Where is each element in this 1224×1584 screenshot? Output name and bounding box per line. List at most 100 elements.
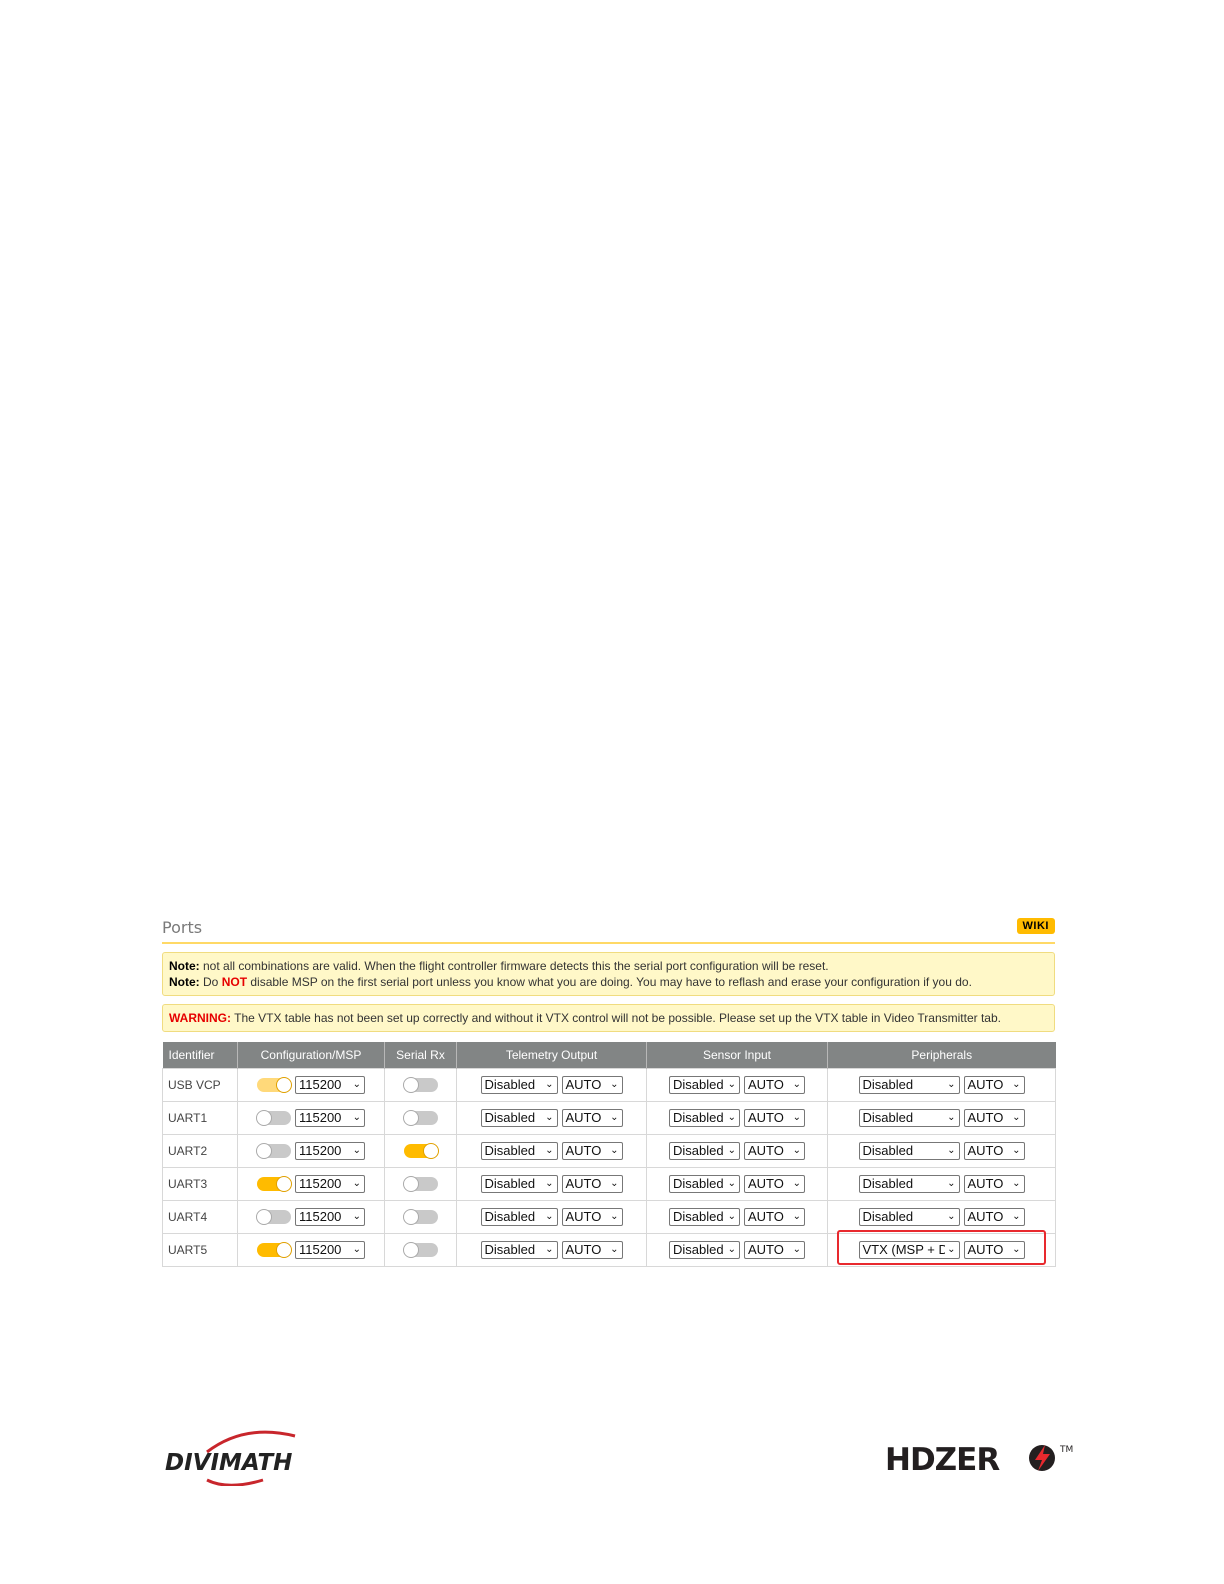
telemetry-baud-select[interactable]: AUTO ⌄ bbox=[561, 1241, 623, 1259]
peripherals-baud-select[interactable]: AUTO ⌄ bbox=[963, 1109, 1025, 1127]
telemetry-cell: Disabled ⌄ AUTO ⌄ bbox=[456, 1200, 647, 1234]
panel-header: Ports WIKI bbox=[162, 914, 1055, 944]
table-header-row: Identifier Configuration/MSP Serial Rx T… bbox=[162, 1042, 1056, 1069]
msp-toggle[interactable] bbox=[257, 1176, 292, 1192]
sensor-select-value: Disabled bbox=[673, 1209, 724, 1224]
serial-rx-cell bbox=[384, 1233, 457, 1267]
peripherals-baud-select-value: AUTO bbox=[967, 1209, 1004, 1224]
telemetry-select[interactable]: Disabled ⌄ bbox=[480, 1076, 558, 1094]
telemetry-baud-select[interactable]: AUTO ⌄ bbox=[561, 1109, 623, 1127]
sensor-select[interactable]: Disabled ⌄ bbox=[669, 1208, 740, 1226]
telemetry-baud-select-value: AUTO bbox=[565, 1209, 602, 1224]
peripherals-baud-select[interactable]: AUTO ⌄ bbox=[963, 1175, 1025, 1193]
chevron-down-icon: ⌄ bbox=[543, 1143, 554, 1159]
sensor-baud-select[interactable]: AUTO ⌄ bbox=[744, 1076, 805, 1094]
telemetry-select[interactable]: Disabled ⌄ bbox=[480, 1241, 558, 1259]
sensor-select[interactable]: Disabled ⌄ bbox=[669, 1241, 740, 1259]
telemetry-select-value: Disabled bbox=[484, 1209, 536, 1224]
msp-baud-select[interactable]: 115200 ⌄ bbox=[295, 1076, 365, 1094]
msp-baud-select[interactable]: 115200 ⌄ bbox=[295, 1142, 365, 1160]
chevron-down-icon: ⌄ bbox=[1010, 1110, 1021, 1126]
port-identifier: UART4 bbox=[162, 1200, 238, 1234]
telemetry-cell: Disabled ⌄ AUTO ⌄ bbox=[456, 1134, 647, 1168]
telemetry-baud-select[interactable]: AUTO ⌄ bbox=[561, 1175, 623, 1193]
sensor-select[interactable]: Disabled ⌄ bbox=[669, 1142, 740, 1160]
table-row: UART2 115200 ⌄ Disabled ⌄ AUTO ⌄ Disabled ⌄ AUTO ⌄… bbox=[162, 1134, 1056, 1168]
hdzero-logo: HDZER TM bbox=[885, 1442, 1073, 1476]
telemetry-baud-select[interactable]: AUTO ⌄ bbox=[561, 1208, 623, 1226]
msp-baud-select[interactable]: 115200 ⌄ bbox=[295, 1208, 365, 1226]
msp-toggle[interactable] bbox=[256, 1143, 291, 1159]
chevron-down-icon: ⌄ bbox=[790, 1209, 801, 1225]
peripherals-baud-select[interactable]: AUTO ⌄ bbox=[963, 1076, 1025, 1094]
serial-rx-toggle[interactable] bbox=[402, 1110, 438, 1127]
wiki-button[interactable]: WIKI bbox=[1016, 918, 1055, 934]
chevron-down-icon: ⌄ bbox=[543, 1110, 554, 1126]
msp-toggle[interactable] bbox=[256, 1110, 291, 1126]
serial-rx-cell bbox=[384, 1167, 457, 1201]
sensor-select-value: Disabled bbox=[673, 1077, 724, 1092]
port-identifier: UART5 bbox=[162, 1233, 238, 1267]
serial-rx-cell bbox=[384, 1200, 457, 1234]
sensor-select[interactable]: Disabled ⌄ bbox=[669, 1076, 740, 1094]
msp-toggle[interactable] bbox=[257, 1242, 292, 1258]
msp-baud-select[interactable]: 115200 ⌄ bbox=[295, 1241, 365, 1259]
toggle-knob bbox=[276, 1176, 292, 1192]
chevron-down-icon: ⌄ bbox=[725, 1077, 736, 1093]
serial-rx-toggle[interactable] bbox=[402, 1209, 438, 1226]
peripherals-select[interactable]: Disabled ⌄ bbox=[858, 1109, 960, 1127]
msp-baud-select-value: 115200 bbox=[299, 1110, 342, 1125]
peripherals-select[interactable]: Disabled ⌄ bbox=[858, 1076, 960, 1094]
sensor-baud-select[interactable]: AUTO ⌄ bbox=[744, 1208, 805, 1226]
serial-rx-toggle[interactable] bbox=[403, 1143, 439, 1160]
sensor-select[interactable]: Disabled ⌄ bbox=[669, 1109, 740, 1127]
configuration-msp-cell: 115200 ⌄ bbox=[237, 1101, 385, 1135]
telemetry-select-value: Disabled bbox=[484, 1176, 536, 1191]
header-peripherals: Peripherals bbox=[827, 1042, 1056, 1069]
peripherals-select[interactable]: Disabled ⌄ bbox=[858, 1208, 960, 1226]
warning-label: WARNING: bbox=[169, 1011, 231, 1025]
sensor-baud-select[interactable]: AUTO ⌄ bbox=[744, 1109, 805, 1127]
peripherals-cell: Disabled ⌄ AUTO ⌄ bbox=[827, 1167, 1056, 1201]
telemetry-baud-select[interactable]: AUTO ⌄ bbox=[561, 1076, 623, 1094]
chevron-down-icon: ⌄ bbox=[350, 1110, 361, 1126]
msp-toggle[interactable] bbox=[257, 1077, 292, 1093]
chevron-down-icon: ⌄ bbox=[725, 1176, 736, 1192]
peripherals-baud-select-value: AUTO bbox=[967, 1143, 1004, 1158]
msp-baud-select-value: 115200 bbox=[299, 1209, 342, 1224]
table-row: UART3 115200 ⌄ Disabled ⌄ AUTO ⌄ Disabled ⌄ AUTO ⌄… bbox=[162, 1167, 1056, 1201]
sensor-baud-select[interactable]: AUTO ⌄ bbox=[744, 1175, 805, 1193]
telemetry-select[interactable]: Disabled ⌄ bbox=[480, 1175, 558, 1193]
msp-toggle[interactable] bbox=[256, 1209, 291, 1225]
chevron-down-icon: ⌄ bbox=[1010, 1176, 1021, 1192]
serial-rx-toggle[interactable] bbox=[402, 1242, 438, 1259]
telemetry-cell: Disabled ⌄ AUTO ⌄ bbox=[456, 1068, 647, 1102]
note-not-emphasis: NOT bbox=[221, 975, 248, 989]
msp-baud-select[interactable]: 115200 ⌄ bbox=[295, 1109, 365, 1127]
note-text: Do bbox=[199, 975, 222, 989]
sensor-select[interactable]: Disabled ⌄ bbox=[669, 1175, 740, 1193]
serial-rx-toggle[interactable] bbox=[402, 1077, 438, 1094]
peripherals-select[interactable]: Disabled ⌄ bbox=[858, 1142, 960, 1160]
sensor-baud-select[interactable]: AUTO ⌄ bbox=[744, 1142, 805, 1160]
telemetry-baud-select[interactable]: AUTO ⌄ bbox=[561, 1142, 623, 1160]
telemetry-select[interactable]: Disabled ⌄ bbox=[480, 1208, 558, 1226]
sensor-baud-select[interactable]: AUTO ⌄ bbox=[744, 1241, 805, 1259]
chevron-down-icon: ⌄ bbox=[350, 1143, 361, 1159]
msp-baud-select-value: 115200 bbox=[299, 1077, 342, 1092]
peripherals-baud-select[interactable]: AUTO ⌄ bbox=[963, 1208, 1025, 1226]
telemetry-select[interactable]: Disabled ⌄ bbox=[480, 1142, 558, 1160]
msp-baud-select[interactable]: 115200 ⌄ bbox=[295, 1175, 365, 1193]
note-text: not all combinations are valid. When the… bbox=[199, 959, 829, 973]
port-identifier: UART3 bbox=[162, 1167, 238, 1201]
header-configuration-msp: Configuration/MSP bbox=[237, 1042, 385, 1069]
port-identifier: USB VCP bbox=[162, 1068, 238, 1102]
peripherals-baud-select[interactable]: AUTO ⌄ bbox=[963, 1142, 1025, 1160]
serial-rx-toggle[interactable] bbox=[402, 1176, 438, 1193]
chevron-down-icon: ⌄ bbox=[790, 1242, 801, 1258]
peripherals-select[interactable]: Disabled ⌄ bbox=[858, 1175, 960, 1193]
telemetry-select[interactable]: Disabled ⌄ bbox=[480, 1109, 558, 1127]
chevron-down-icon: ⌄ bbox=[350, 1209, 361, 1225]
peripherals-highlight-box bbox=[837, 1230, 1046, 1265]
sensor-select-value: Disabled bbox=[673, 1143, 724, 1158]
